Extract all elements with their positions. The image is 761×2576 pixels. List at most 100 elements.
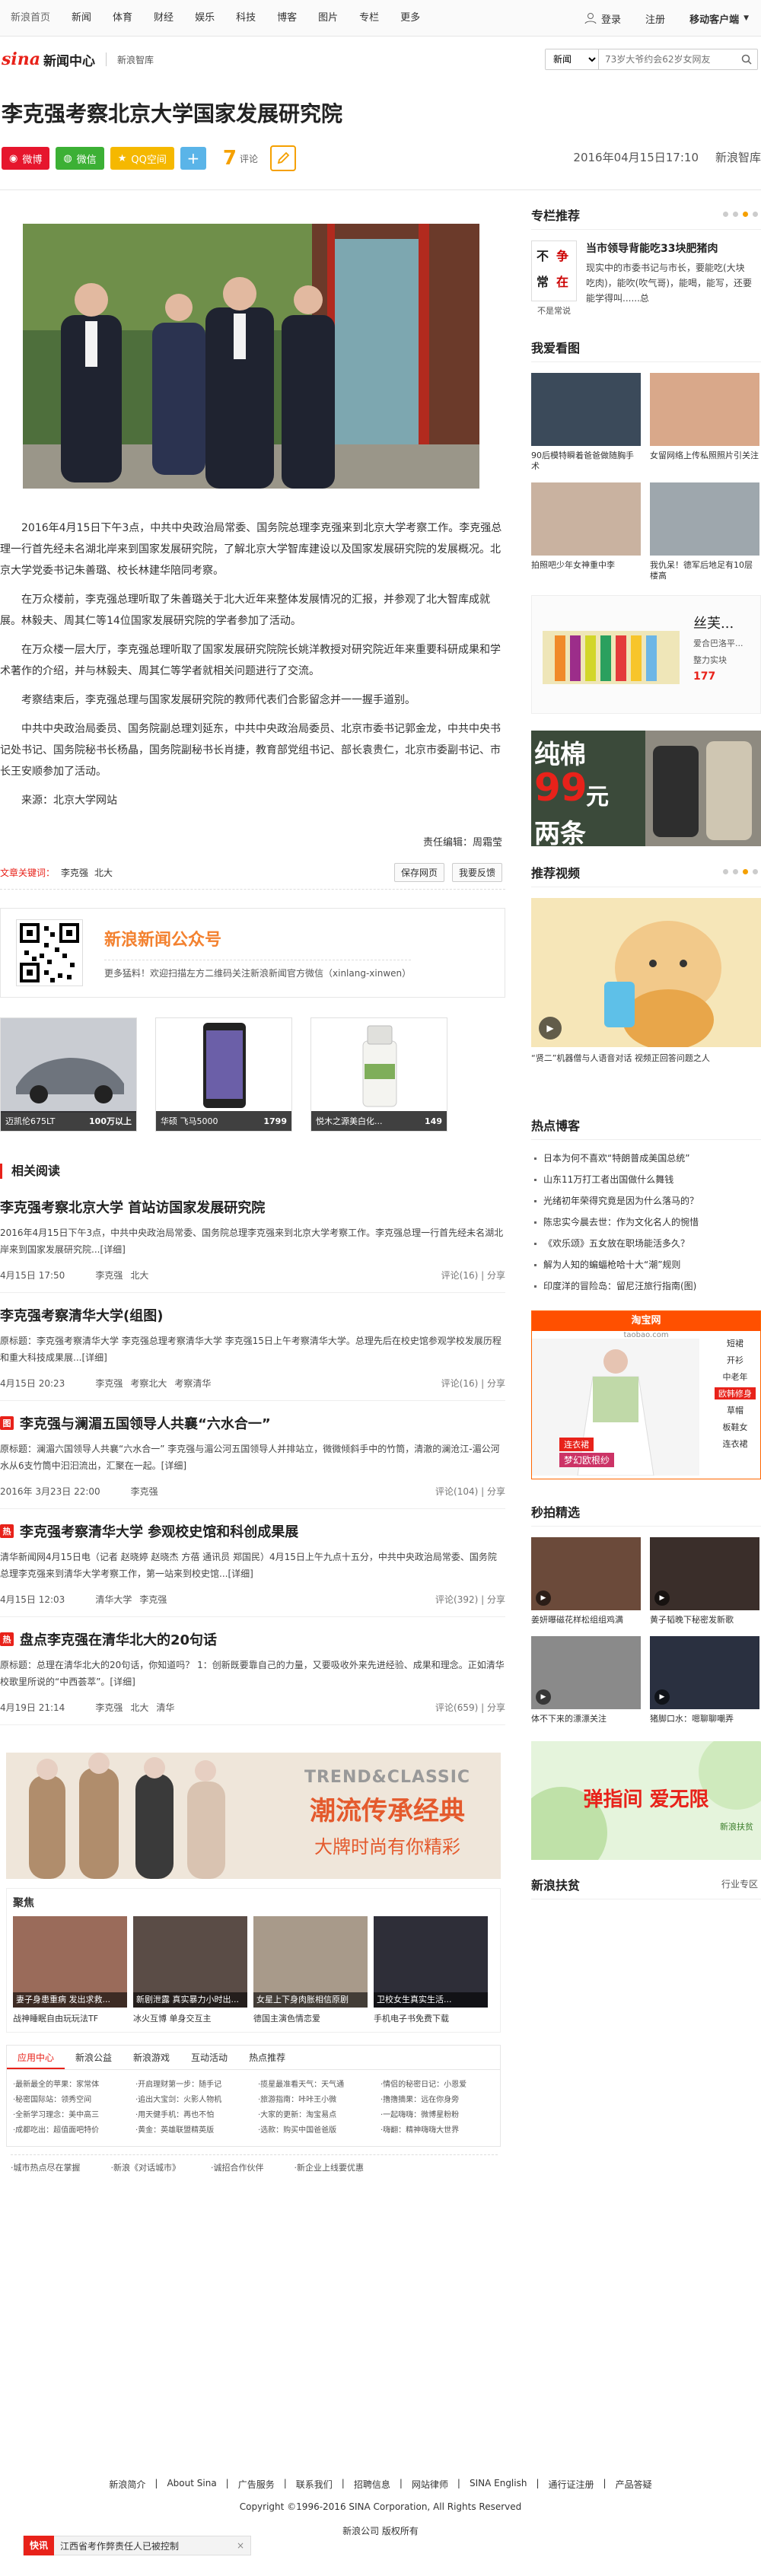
carousel-dots[interactable]: [723, 869, 758, 874]
top-nav-item[interactable]: 更多: [390, 0, 431, 37]
related-comment-link[interactable]: 评论(392): [435, 1594, 478, 1605]
link-item[interactable]: ·撸撸摘果：远在你身旁: [380, 2093, 494, 2108]
keyword-link[interactable]: 李克强: [61, 866, 88, 879]
related-title-link[interactable]: 李克强考察清华大学(组图): [0, 1305, 163, 1325]
play-icon[interactable]: ▶: [536, 1590, 551, 1606]
related-tag-link[interactable]: 李克强: [95, 1377, 123, 1390]
focus-caption-link[interactable]: 手机电子书免费下载: [374, 2012, 488, 2024]
link-item[interactable]: ·黄金：英雄联盟精英版: [135, 2123, 249, 2138]
hot-blog-link[interactable]: 山东11万打工者出国做什么舞钱: [531, 1169, 761, 1190]
miaopai-item[interactable]: ▶ 体不下来的漂漂关注: [531, 1636, 641, 1724]
play-icon[interactable]: ▶: [654, 1689, 670, 1705]
poverty-more-link[interactable]: 行业专区: [721, 1877, 758, 1890]
top-nav-item[interactable]: 专栏: [349, 0, 390, 37]
footer-link[interactable]: 联系我们: [296, 2478, 333, 2491]
link-item[interactable]: ·旅游指南：咔咔王小微: [258, 2093, 371, 2108]
focus-photo[interactable]: 妻子身患重病 发出求救...: [13, 1916, 127, 2008]
login-link[interactable]: 登录: [572, 11, 633, 26]
related-tag-link[interactable]: 考察清华: [174, 1377, 211, 1390]
write-comment-button[interactable]: [269, 145, 296, 171]
link-item[interactable]: ·情侣的秘密日记：小恩爱: [380, 2078, 494, 2093]
hot-blog-link[interactable]: 《欢乐颂》五女放在职场能活多久？: [531, 1233, 761, 1254]
video-caption[interactable]: “贤二”机器僧与人语音对话 视频正回答问题之人: [531, 1052, 761, 1064]
mobile-client-link[interactable]: 移动客户端 ▼: [677, 11, 761, 26]
play-icon[interactable]: ▶: [654, 1590, 670, 1606]
link-item[interactable]: ·揽星最准看天气：天气通: [258, 2078, 371, 2093]
footer-link[interactable]: 新浪简介: [109, 2478, 145, 2491]
hot-blog-link[interactable]: 解为人知的蝙蝠枪哈十大“潮”规则: [531, 1254, 761, 1275]
top-nav-item[interactable]: 娱乐: [184, 0, 225, 37]
play-icon[interactable]: ▶: [539, 1017, 562, 1040]
miaopai-item[interactable]: ▶ 姜妍曝磁花样松组组鸡满: [531, 1537, 641, 1626]
focus-photo[interactable]: 卫校女生真实生活...: [374, 1916, 488, 2008]
comment-count[interactable]: 7 评论: [223, 145, 296, 171]
taobao-category[interactable]: 板鞋女: [715, 1421, 756, 1433]
related-share-link[interactable]: 分享: [487, 1378, 505, 1389]
link-item[interactable]: ·开启理财第一步：随手记: [135, 2078, 249, 2093]
hot-blog-link[interactable]: 光绪初年荣得究竟是因为什么落马的？: [531, 1190, 761, 1212]
cotton-ad[interactable]: 纯棉 99 元 两条: [531, 731, 761, 846]
related-comment-link[interactable]: 评论(659): [435, 1702, 478, 1713]
top-nav-item[interactable]: 博客: [266, 0, 307, 37]
top-nav-item[interactable]: 图片: [307, 0, 349, 37]
related-share-link[interactable]: 分享: [487, 1486, 505, 1497]
taobao-category[interactable]: 草帽: [715, 1404, 756, 1416]
share-weibo-button[interactable]: ◉ 微博: [2, 147, 50, 170]
related-tag-link[interactable]: 北大: [130, 1269, 148, 1282]
miaopai-item[interactable]: ▶ 猪脚口水：嗯聊聊嘲弄: [650, 1636, 759, 1724]
link-item[interactable]: ·用天健手机：再也不怕: [135, 2108, 249, 2123]
bottom-link[interactable]: ·城市热点尽在掌握: [11, 2161, 81, 2173]
search-button[interactable]: [736, 49, 757, 69]
top-nav-item[interactable]: 新闻: [61, 0, 102, 37]
link-item[interactable]: ·追出大宝剑：火影人物机: [135, 2093, 249, 2108]
fashion-banner-ad[interactable]: TREND&CLASSIC 潮流传承经典 大牌时尚有你精彩: [6, 1753, 501, 1879]
link-item[interactable]: ·一起嗨嗨：微博星粉粉: [380, 2108, 494, 2123]
focus-photo[interactable]: 新剧泄露 真实暴力小时出...: [133, 1916, 247, 2008]
miaopai-item[interactable]: ▶ 黄子韬晚下秘密发新歌: [650, 1537, 759, 1626]
sephora-ad[interactable]: 丝芙... 爱合巴洛平... 整力实块 177: [531, 595, 761, 714]
top-nav-item[interactable]: 体育: [102, 0, 143, 37]
news-flash-text[interactable]: 江西省考作弊责任人已被控制: [54, 2539, 179, 2552]
link-tab[interactable]: 新浪公益: [65, 2046, 123, 2069]
carousel-dots[interactable]: [723, 212, 758, 217]
footer-link[interactable]: SINA English: [470, 2478, 527, 2491]
keyword-link[interactable]: 北大: [94, 866, 113, 879]
related-tag-link[interactable]: 清华: [156, 1701, 174, 1714]
taobao-category[interactable]: 开衫: [715, 1354, 756, 1366]
news-flash[interactable]: 快讯 江西省考作弊责任人已被控制 ×: [23, 2536, 251, 2555]
column-recommend-item[interactable]: 不 争 常 在 不是常说 当市领导背能吃33块肥猪肉 现实中的市委书记与市长，要…: [531, 240, 761, 317]
pic-grid-item[interactable]: 拍照吧少年女神重中李: [531, 482, 641, 581]
related-title-link[interactable]: 李克强考察清华大学 参观校史馆和科创成果展: [20, 1521, 298, 1541]
related-tag-link[interactable]: 李克强: [95, 1269, 123, 1282]
taobao-category[interactable]: 连衣裙: [715, 1438, 756, 1450]
save-page-button[interactable]: 保存网页: [393, 863, 444, 882]
taobao-ad[interactable]: 淘宝网 taobao.com 连衣裙 梦幻欧根纱 短裙 开衫 中老年 欧韩修身 草帽 板鞋…: [531, 1310, 761, 1479]
bottom-link[interactable]: ·新浪《对话城市》: [111, 2161, 181, 2173]
link-tab[interactable]: 新浪游戏: [123, 2046, 180, 2069]
top-nav-item[interactable]: 财经: [143, 0, 184, 37]
link-item[interactable]: ·选款：购买中国爸爸版: [258, 2123, 371, 2138]
related-tag-link[interactable]: 考察北大: [130, 1377, 167, 1390]
related-tag-link[interactable]: 李克强: [131, 1485, 158, 1498]
recommended-video[interactable]: ▶: [531, 898, 761, 1047]
related-comment-link[interactable]: 评论(16): [441, 1378, 479, 1389]
ad-cosmetic[interactable]: 悦木之源美白化... 149: [310, 1017, 447, 1132]
column-recommend-title-link[interactable]: 当市领导背能吃33块肥猪肉: [586, 240, 753, 256]
footer-link[interactable]: About Sina: [167, 2478, 216, 2491]
sina-logo[interactable]: sina 新闻中心 新浪智库: [2, 49, 154, 69]
link-tab[interactable]: 应用中心: [7, 2046, 65, 2069]
search-input[interactable]: [599, 49, 736, 69]
share-more-button[interactable]: +: [180, 147, 206, 170]
feedback-button[interactable]: 我要反馈: [451, 863, 502, 882]
pic-grid-item[interactable]: 女留网络上传私照照片引关注: [650, 373, 759, 472]
share-weixin-button[interactable]: ◍ 微信: [56, 147, 104, 170]
link-tab[interactable]: 热点推荐: [238, 2046, 296, 2069]
bottom-link[interactable]: ·诚招合作伙伴: [211, 2161, 264, 2173]
related-title-link[interactable]: 盘点李克强在清华北大的20句话: [20, 1629, 217, 1649]
link-item[interactable]: ·嗨翻：精神嗨嗨大世界: [380, 2123, 494, 2138]
link-item[interactable]: ·大家的更新：淘宝易点: [258, 2108, 371, 2123]
link-item[interactable]: ·秘密国际站：领秀空间: [13, 2093, 126, 2108]
hot-blog-link[interactable]: 陈忠实今晨去世：作为文化名人的惋惜: [531, 1212, 761, 1233]
link-item[interactable]: ·成都吃出：超值面吧特价: [13, 2123, 126, 2138]
related-title-link[interactable]: 李克强考察北京大学 首站访国家发展研究院: [0, 1197, 265, 1217]
